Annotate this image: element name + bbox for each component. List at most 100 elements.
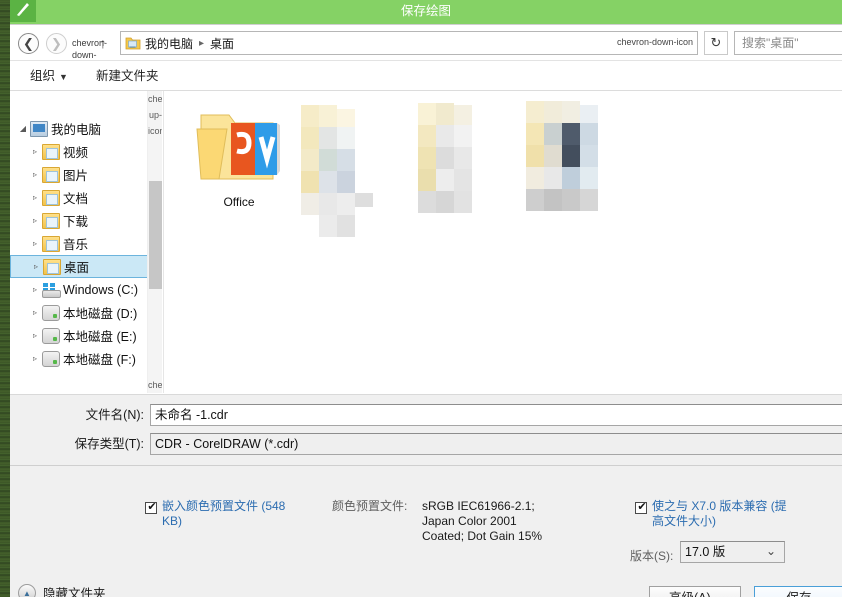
browser-panes: ◢ 我的电脑 ▹ 视频 ▹ 图片 ▹ 文档 ▹ 下载 ▹ 音乐 ▹ 桌面 ▹ Windows (C:) ▹ 本地磁… xyxy=(10,91,842,393)
breadcrumb-item-1[interactable]: 桌面 xyxy=(209,35,235,52)
folder-desktop-icon xyxy=(125,35,141,51)
advanced-button[interactable]: 高级(A)... xyxy=(649,586,741,597)
color-profile-line-1: sRGB IEC61966-2.1; xyxy=(422,499,602,514)
tree-item-label: 视频 xyxy=(63,142,88,161)
tree-expander-icon[interactable]: ◢ xyxy=(16,124,30,133)
color-profile-line-2: Japan Color 2001 xyxy=(422,514,602,529)
tree-item-1[interactable]: ▹ 视频 xyxy=(10,140,147,163)
title-bar-underline xyxy=(10,22,842,24)
drive-icon xyxy=(42,328,60,344)
tree-item-label: 本地磁盘 (D:) xyxy=(63,303,137,322)
tree-item-2[interactable]: ▹ 图片 xyxy=(10,163,147,186)
tree-expander-icon[interactable]: ▹ xyxy=(28,308,42,317)
folder-icon-censored xyxy=(404,99,514,234)
version-value: 17.0 版 xyxy=(685,545,725,559)
computer-icon xyxy=(30,121,48,137)
tree-item-label: 下载 xyxy=(63,211,88,230)
refresh-icon[interactable]: ↻ xyxy=(704,31,728,55)
tree-item-5[interactable]: ▹ 音乐 xyxy=(10,232,147,255)
color-profile-line-3: Coated; Dot Gain 15% xyxy=(422,529,602,544)
new-folder-button[interactable]: 新建文件夹 xyxy=(96,62,159,91)
tree-item-label: 图片 xyxy=(63,165,88,184)
search-input[interactable]: 搜索"桌面" xyxy=(734,31,842,55)
tree-item-label: 我的电脑 xyxy=(51,119,101,138)
forward-button[interactable]: ❯ xyxy=(46,33,67,54)
tree-item-label: 本地磁盘 (E:) xyxy=(63,326,137,345)
up-one-level-arrow-up-icon[interactable]: ↑ xyxy=(94,34,112,52)
file-list-pane[interactable]: Office xyxy=(163,91,842,393)
embed-label-line-1: 嵌入颜色预置文件 (548 xyxy=(162,499,302,514)
tree-expander-icon[interactable]: ▹ xyxy=(28,354,42,363)
organize-label: 组织 xyxy=(30,69,55,83)
tree-expander-icon[interactable]: ▹ xyxy=(28,193,42,202)
desktop-edge-strip xyxy=(0,0,10,597)
version-chevron-down-icon: ⌄ xyxy=(766,541,776,561)
x7-compatibility-label[interactable]: 使之与 X7.0 版本兼容 (提 高文件大小) xyxy=(652,499,802,529)
window-title: 保存绘图 xyxy=(10,0,842,22)
version-combobox[interactable]: 17.0 版 ⌄ xyxy=(680,541,785,563)
embed-label-line-2: KB) xyxy=(162,514,302,529)
tree-expander-icon[interactable]: ▹ xyxy=(28,331,42,340)
drive-icon xyxy=(42,351,60,367)
tree-expander-icon[interactable]: ▹ xyxy=(28,239,42,248)
tree-item-10[interactable]: ▹ 本地磁盘 (F:) xyxy=(10,347,147,370)
tree-item-7[interactable]: ▹ Windows (C:) xyxy=(10,278,147,301)
tree-expander-icon[interactable]: ▹ xyxy=(28,170,42,179)
tree-item-label: 音乐 xyxy=(63,234,88,253)
scroll-up-chevron-up-icon[interactable]: chevron-up-icon xyxy=(148,91,162,107)
embed-color-profile-label[interactable]: 嵌入颜色预置文件 (548 KB) xyxy=(162,499,302,529)
color-profile-values: sRGB IEC61966-2.1; Japan Color 2001 Coat… xyxy=(422,499,602,544)
tree-scrollbar[interactable]: chevron-up-icon chevron-down-icon xyxy=(147,91,162,393)
filetype-combobox[interactable]: CDR - CorelDRAW (*.cdr) xyxy=(150,433,842,455)
folder-downloads-icon xyxy=(42,213,60,229)
folder-office-icon xyxy=(191,105,287,191)
navigation-bar: ❮ ❯ chevron-down-icon ↑ 我的电脑 ▸ 桌面 chevro… xyxy=(10,25,842,61)
folder-icon-censored xyxy=(516,93,626,233)
tree-item-0[interactable]: ◢ 我的电脑 xyxy=(10,117,147,140)
color-profile-label: 颜色预置文件: xyxy=(332,499,407,514)
dialog-body: ❮ ❯ chevron-down-icon ↑ 我的电脑 ▸ 桌面 chevro… xyxy=(10,24,842,597)
tree-item-6[interactable]: ▹ 桌面 xyxy=(10,255,157,278)
tree-item-label: Windows (C:) xyxy=(63,283,138,297)
list-item[interactable] xyxy=(289,99,399,254)
organize-menu-button[interactable]: 组织▼ xyxy=(30,62,68,91)
tree-item-label: 文档 xyxy=(63,188,88,207)
tree-item-label: 本地磁盘 (F:) xyxy=(63,349,136,368)
tree-expander-icon[interactable]: ▹ xyxy=(29,262,43,271)
tree-item-4[interactable]: ▹ 下载 xyxy=(10,209,147,232)
coreldraw-logo-icon xyxy=(10,0,36,22)
hide-folders-label: 隐藏文件夹 xyxy=(43,583,106,597)
list-item-label: Office xyxy=(184,195,294,209)
tree-expander-icon[interactable]: ▹ xyxy=(28,285,42,294)
folder-documents-icon xyxy=(42,190,60,206)
navigation-tree: ◢ 我的电脑 ▹ 视频 ▹ 图片 ▹ 文档 ▹ 下载 ▹ 音乐 ▹ 桌面 ▹ Windows (C:) ▹ 本地磁… xyxy=(10,117,147,370)
chevron-up-circle-icon xyxy=(18,584,36,597)
scrollbar-thumb[interactable] xyxy=(149,181,162,289)
hide-folders-button[interactable]: 隐藏文件夹 xyxy=(18,583,106,597)
tree-item-9[interactable]: ▹ 本地磁盘 (E:) xyxy=(10,324,147,347)
tree-item-label: 桌面 xyxy=(64,257,89,276)
breadcrumb-separator-icon: ▸ xyxy=(194,38,209,49)
tree-item-8[interactable]: ▹ 本地磁盘 (D:) xyxy=(10,301,147,324)
list-item[interactable]: Office xyxy=(184,105,294,209)
folder-icon-censored xyxy=(289,99,399,254)
tree-item-3[interactable]: ▹ 文档 xyxy=(10,186,147,209)
tree-expander-icon[interactable]: ▹ xyxy=(28,216,42,225)
address-bar[interactable]: 我的电脑 ▸ 桌面 chevron-down-icon xyxy=(120,31,698,55)
tree-expander-icon[interactable]: ▹ xyxy=(28,147,42,156)
form-divider xyxy=(10,465,842,466)
embed-color-profile-checkbox[interactable] xyxy=(145,502,157,514)
folder-pictures-icon xyxy=(42,167,60,183)
breadcrumb-item-0[interactable]: 我的电脑 xyxy=(144,35,194,52)
version-label: 版本(S): xyxy=(630,545,673,567)
scroll-down-chevron-down-icon[interactable]: chevron-down-icon xyxy=(148,377,162,393)
save-button[interactable]: 保存 xyxy=(754,586,842,597)
address-chevron-down-icon[interactable]: chevron-down-icon xyxy=(617,37,693,47)
list-item[interactable] xyxy=(404,99,514,234)
back-button[interactable]: ❮ xyxy=(18,33,39,54)
recent-locations-chevron-down-icon[interactable]: chevron-down-icon xyxy=(72,37,86,49)
x7-compatibility-checkbox[interactable] xyxy=(635,502,647,514)
list-item[interactable] xyxy=(516,93,626,233)
folder-videos-icon xyxy=(42,144,60,160)
filename-input[interactable]: 未命名 -1.cdr xyxy=(150,404,842,426)
